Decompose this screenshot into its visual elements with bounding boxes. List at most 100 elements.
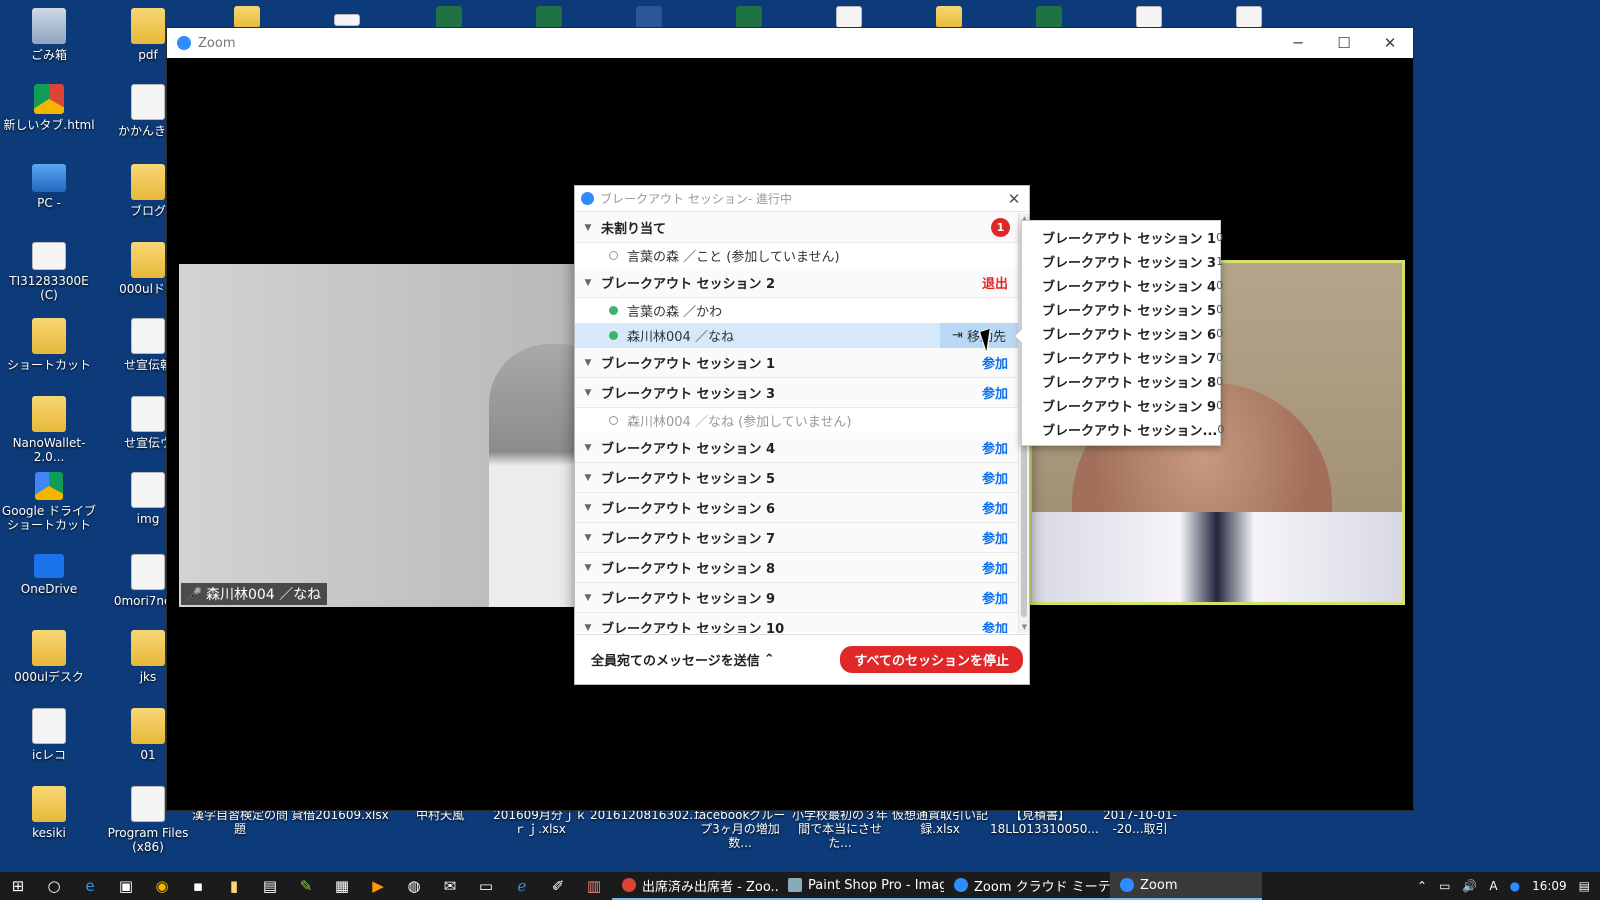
clock[interactable]: 16:09 <box>1532 879 1567 893</box>
desktop-icon-chrome[interactable]: 新しいタブ.html <box>1 84 97 132</box>
calculator-icon[interactable]: ▦ <box>324 872 360 900</box>
zoom-titlebar[interactable]: Zoom ─ ☐ ✕ <box>167 28 1413 58</box>
room-session-5[interactable]: ▼ ブレークアウト セッション 5 参加 <box>575 463 1018 493</box>
desktop-file-20161208[interactable]: 2016120816302... <box>590 808 701 850</box>
desktop-icon-shortcut[interactable]: ショートカット <box>1 318 97 372</box>
ie-icon[interactable]: ℯ <box>504 872 540 900</box>
app-icon[interactable]: ▪ <box>180 872 216 900</box>
desktop-file-nakamura[interactable]: 中村天風 <box>390 808 490 850</box>
room-session-2[interactable]: ▼ ブレークアウト セッション 2 退出 <box>575 268 1018 298</box>
collapse-triangle-icon[interactable]: ▼ <box>575 223 601 233</box>
cortana-search-icon[interactable]: ○ <box>36 872 72 900</box>
join-room-button[interactable]: 参加 <box>982 588 1008 607</box>
collapse-triangle-icon[interactable]: ▼ <box>575 623 601 633</box>
media-player-icon[interactable]: ▶ <box>360 872 396 900</box>
store-icon[interactable]: ▭ <box>468 872 504 900</box>
join-room-button[interactable]: 参加 <box>982 353 1008 372</box>
collapse-triangle-icon[interactable]: ▼ <box>575 443 601 453</box>
desktop-file-shogakko[interactable]: 小学校最初の３年間で本当にさせた... <box>790 808 890 850</box>
desktop-icon-nanowallet[interactable]: NanoWallet-2.0... <box>1 396 97 464</box>
move-to-item-session-4[interactable]: ブレークアウト セッション 40 <box>1022 273 1223 297</box>
join-room-button[interactable]: 参加 <box>982 383 1008 402</box>
join-room-button[interactable]: 参加 <box>982 558 1008 577</box>
scroll-down-icon[interactable]: ▼ <box>1020 623 1029 631</box>
archive-icon[interactable]: ▥ <box>576 872 612 900</box>
move-to-item-session-10[interactable]: ブレークアウト セッション... 0 <box>1022 417 1224 441</box>
editor-icon[interactable]: ✐ <box>540 872 576 900</box>
broadcast-message-button[interactable]: 全員宛てのメッセージを送信 ⌃ <box>591 650 775 669</box>
chevron-up-icon[interactable]: ⌃ <box>1417 879 1427 893</box>
leave-room-button[interactable]: 退出 <box>982 273 1008 292</box>
desktop-icon-trash[interactable]: ごみ箱 <box>1 8 97 62</box>
desktop-icon-kesiki[interactable]: kesiki <box>1 786 97 840</box>
notification-icon[interactable]: ▤ <box>1579 879 1590 893</box>
desktop-file-mitsumori[interactable]: 【見積書】18LL013310050... <box>990 808 1099 850</box>
breakout-titlebar[interactable]: ブレークアウト セッション- 進行中 ✕ <box>575 186 1029 212</box>
member-row[interactable]: 言葉の森 ／かわ <box>575 298 1018 323</box>
taskbar-task-chrome[interactable]: 出席済み出席者 - Zoo... <box>612 872 778 900</box>
taskbar-task-zoom[interactable]: Zoom <box>1110 872 1262 900</box>
close-button[interactable]: ✕ <box>1367 34 1413 52</box>
desktop-icon-onedrive[interactable]: OneDrive <box>1 554 97 596</box>
minimize-button[interactable]: ─ <box>1275 34 1321 52</box>
onedrive-tray-icon[interactable]: ● <box>1510 879 1520 893</box>
desktop-file-20171001[interactable]: 2017-10-01--20...取引 <box>1090 808 1190 850</box>
camera-app-icon[interactable]: ▣ <box>108 872 144 900</box>
collapse-triangle-icon[interactable]: ▼ <box>575 563 601 573</box>
join-room-button[interactable]: 参加 <box>982 468 1008 487</box>
room-session-1[interactable]: ▼ ブレークアウト セッション 1 参加 <box>575 348 1018 378</box>
collapse-triangle-icon[interactable]: ▼ <box>575 473 601 483</box>
move-to-item-session-1[interactable]: ブレークアウト セッション 10 <box>1022 225 1223 249</box>
move-to-item-session-6[interactable]: ブレークアウト セッション 60 <box>1022 321 1223 345</box>
room-session-7[interactable]: ▼ ブレークアウト セッション 7 参加 <box>575 523 1018 553</box>
start-windows-icon[interactable]: ⊞ <box>0 872 36 900</box>
move-to-item-session-3[interactable]: ブレークアウト セッション 31 <box>1022 249 1223 273</box>
move-to-button[interactable]: ⇥ 移動先 <box>940 323 1018 348</box>
desktop-icon-drive-c[interactable]: TI31283300E (C) <box>1 242 97 302</box>
move-to-item-session-5[interactable]: ブレークアウト セッション 50 <box>1022 297 1223 321</box>
collapse-triangle-icon[interactable]: ▼ <box>575 533 601 543</box>
room-session-10[interactable]: ▼ ブレークアウト セッション 10 参加 <box>575 613 1018 633</box>
breakout-close-button[interactable]: ✕ <box>999 190 1029 208</box>
desktop-file-facebook[interactable]: facebookグループ3ヶ月の増加数... <box>690 808 790 850</box>
mail-icon[interactable]: ✉ <box>432 872 468 900</box>
desktop-file-kanji[interactable]: 漢字自習検定の問題 <box>190 808 290 850</box>
desktop-file-taishaku[interactable]: 貸借201609.xlsx <box>290 808 390 850</box>
desktop-file-kaso[interactable]: 仮想通貨取引い記録.xlsx <box>890 808 990 850</box>
join-room-button[interactable]: 参加 <box>982 618 1008 633</box>
participant-video-left[interactable]: 🎤 森川林004 ／なね <box>179 264 589 607</box>
join-room-button[interactable]: 参加 <box>982 438 1008 457</box>
explorer-icon[interactable]: ▤ <box>252 872 288 900</box>
collapse-triangle-icon[interactable]: ▼ <box>575 388 601 398</box>
stop-all-sessions-button[interactable]: すべてのセッションを停止 <box>840 646 1023 673</box>
room-unassigned[interactable]: ▼ 未割り当て 1 <box>575 213 1018 243</box>
file-app-icon[interactable]: ▮ <box>216 872 252 900</box>
desktop-icon-pc[interactable]: PC - <box>1 164 97 210</box>
desktop-icon-desk[interactable]: 000ulデスク <box>1 630 97 684</box>
member-row[interactable]: 言葉の森 ／こと (参加していません) <box>575 243 1018 268</box>
room-session-4[interactable]: ▼ ブレークアウト セッション 4 参加 <box>575 433 1018 463</box>
network-icon[interactable]: ▭ <box>1439 879 1450 893</box>
maximize-button[interactable]: ☐ <box>1321 34 1367 52</box>
room-session-9[interactable]: ▼ ブレークアウト セッション 9 参加 <box>575 583 1018 613</box>
room-session-8[interactable]: ▼ ブレークアウト セッション 8 参加 <box>575 553 1018 583</box>
join-room-button[interactable]: 参加 <box>982 498 1008 517</box>
edge-icon[interactable]: e <box>72 872 108 900</box>
move-to-item-session-9[interactable]: ブレークアウト セッション 90 <box>1022 393 1223 417</box>
room-session-3[interactable]: ▼ ブレークアウト セッション 3 参加 <box>575 378 1018 408</box>
desktop-file-201609[interactable]: 201609月分ｊｋｒｊ.xlsx <box>490 808 590 850</box>
ime-indicator[interactable]: A <box>1489 879 1497 893</box>
move-to-item-session-7[interactable]: ブレークアウト セッション 70 <box>1022 345 1223 369</box>
collapse-triangle-icon[interactable]: ▼ <box>575 593 601 603</box>
chrome-taskbar-icon[interactable]: ◉ <box>144 872 180 900</box>
member-row[interactable]: 森川林004 ／なね (参加していません) <box>575 408 1018 433</box>
taskbar-task-zoom-meeting[interactable]: Zoom クラウド ミーティング <box>944 872 1110 900</box>
collapse-triangle-icon[interactable]: ▼ <box>575 503 601 513</box>
network-app-icon[interactable]: ◍ <box>396 872 432 900</box>
collapse-triangle-icon[interactable]: ▼ <box>575 358 601 368</box>
join-room-button[interactable]: 参加 <box>982 528 1008 547</box>
room-session-6[interactable]: ▼ ブレークアウト セッション 6 参加 <box>575 493 1018 523</box>
move-to-item-session-8[interactable]: ブレークアウト セッション 80 <box>1022 369 1223 393</box>
taskbar-task-paintshop[interactable]: Paint Shop Pro - Imag... <box>778 872 944 900</box>
desktop-icon-google-drive[interactable]: Google ドライブ ショートカット <box>1 472 97 532</box>
